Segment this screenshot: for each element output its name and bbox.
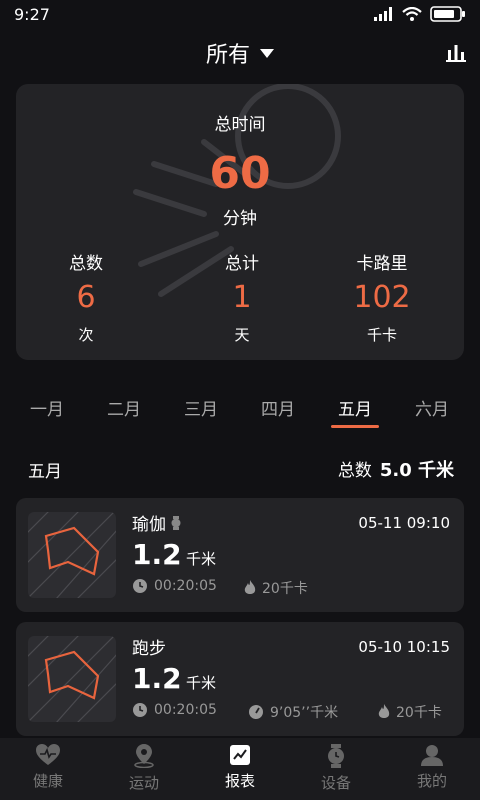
tab-sport[interactable]: 运动: [96, 738, 192, 800]
status-icons: [374, 6, 466, 22]
tab-profile[interactable]: 我的: [384, 738, 480, 800]
tab-label: 运动: [128, 774, 159, 792]
stat-label: 卡路里: [356, 254, 408, 274]
active-month-underline: [331, 425, 379, 428]
month-tab-2[interactable]: 二月: [94, 390, 154, 430]
activity-calories: 20千卡: [378, 702, 442, 722]
tab-label: 我的: [416, 772, 447, 790]
signal-icon: [374, 7, 392, 21]
bar-chart-icon[interactable]: [446, 42, 466, 62]
battery-icon: [430, 6, 465, 22]
calories-text: 20千卡: [396, 705, 442, 721]
section-total-label: 总数: [337, 461, 372, 481]
caret-down-icon: [260, 48, 274, 58]
activity-name-text: 跑步: [132, 639, 166, 659]
month-tab-3[interactable]: 三月: [171, 390, 231, 430]
total-time-label: 总时间: [214, 115, 266, 135]
wifi-icon: [402, 7, 422, 21]
activity-date: 05-11 09:10: [358, 514, 450, 532]
stat-value: 102: [353, 280, 411, 315]
route-map-thumbnail: [28, 636, 116, 722]
chart-icon: [230, 745, 250, 765]
stat-unit: 次: [78, 326, 94, 344]
month-tab-label: 五月: [338, 400, 372, 420]
section-total-value: 5.0 千米: [379, 460, 454, 481]
activity-duration: 00:20:05: [132, 578, 217, 594]
clock-icon: [133, 579, 147, 593]
activity-name-text: 瑜伽: [132, 515, 166, 535]
month-tabs: 一月 二月 三月 四月 五月 六月: [0, 390, 480, 430]
clock-icon: [133, 703, 147, 717]
tab-reports[interactable]: 报表: [192, 738, 288, 800]
filter-dropdown[interactable]: 所有: [206, 37, 274, 69]
month-tab-5[interactable]: 五月: [325, 390, 385, 430]
total-time-value: 60: [209, 148, 271, 199]
calories-text: 20千卡: [262, 581, 308, 597]
status-time: 9:27: [14, 4, 50, 24]
activity-date: 05-10 10:15: [358, 638, 450, 656]
section-header: 五月 总数 5.0 千米: [28, 456, 454, 482]
activity-calories: 20千卡: [244, 578, 308, 598]
summary-card: 总时间 60 分钟 总数 6 次 总计 1 天 卡路里 102 千卡: [16, 84, 464, 360]
activity-distance-unit: 千米: [186, 550, 217, 568]
speedometer-icon: [249, 705, 263, 719]
location-pin-icon: [134, 744, 154, 768]
tab-label: 设备: [320, 774, 351, 792]
filter-dropdown-label: 所有: [205, 43, 250, 68]
status-bar: 9:27: [0, 0, 480, 28]
month-tab-6[interactable]: 六月: [402, 390, 462, 430]
stat-unit: 天: [234, 326, 250, 344]
stat-label: 总计: [225, 254, 259, 274]
heart-icon: [36, 744, 60, 765]
section-title: 五月: [28, 461, 62, 482]
total-time-unit: 分钟: [223, 209, 257, 229]
stat-value: 6: [76, 280, 96, 315]
activity-card[interactable]: 跑步 05-10 10:15 1.2 千米 00:20:05 9’05’’千米 …: [16, 622, 464, 736]
activity-pace: 9’05’’千米: [248, 702, 338, 722]
activity-distance-unit: 千米: [186, 674, 217, 692]
person-icon: [421, 745, 443, 766]
watch-icon: [328, 744, 344, 768]
flame-icon: [244, 580, 256, 594]
stat-label: 总数: [69, 254, 103, 274]
tab-label: 报表: [224, 772, 255, 790]
route-map-thumbnail: [28, 512, 116, 598]
stat-unit: 千卡: [366, 326, 397, 344]
activity-name: 跑步: [132, 634, 166, 659]
watch-icon: [171, 515, 181, 530]
tab-health[interactable]: 健康: [0, 738, 96, 800]
tab-label: 健康: [32, 772, 63, 790]
duration-text: 00:20:05: [154, 702, 217, 718]
activity-name: 瑜伽: [132, 510, 182, 535]
activity-card[interactable]: 瑜伽 05-11 09:10 1.2 千米 00:20:05 20千卡: [16, 498, 464, 612]
section-total: 总数 5.0 千米: [338, 456, 454, 482]
activity-distance: 1.2: [132, 538, 182, 571]
stat-value: 1: [232, 280, 252, 315]
month-tab-4[interactable]: 四月: [248, 390, 308, 430]
activity-duration: 00:20:05: [132, 702, 217, 718]
month-tab-1[interactable]: 一月: [17, 390, 77, 430]
bottom-tab-bar: 健康 运动 报表 设备 我的: [0, 738, 480, 800]
duration-text: 00:20:05: [154, 578, 217, 594]
pace-text: 9’05’’千米: [270, 705, 339, 721]
activity-distance: 1.2: [132, 662, 182, 695]
tab-devices[interactable]: 设备: [288, 738, 384, 800]
flame-icon: [378, 704, 390, 718]
header: 所有: [0, 30, 480, 76]
